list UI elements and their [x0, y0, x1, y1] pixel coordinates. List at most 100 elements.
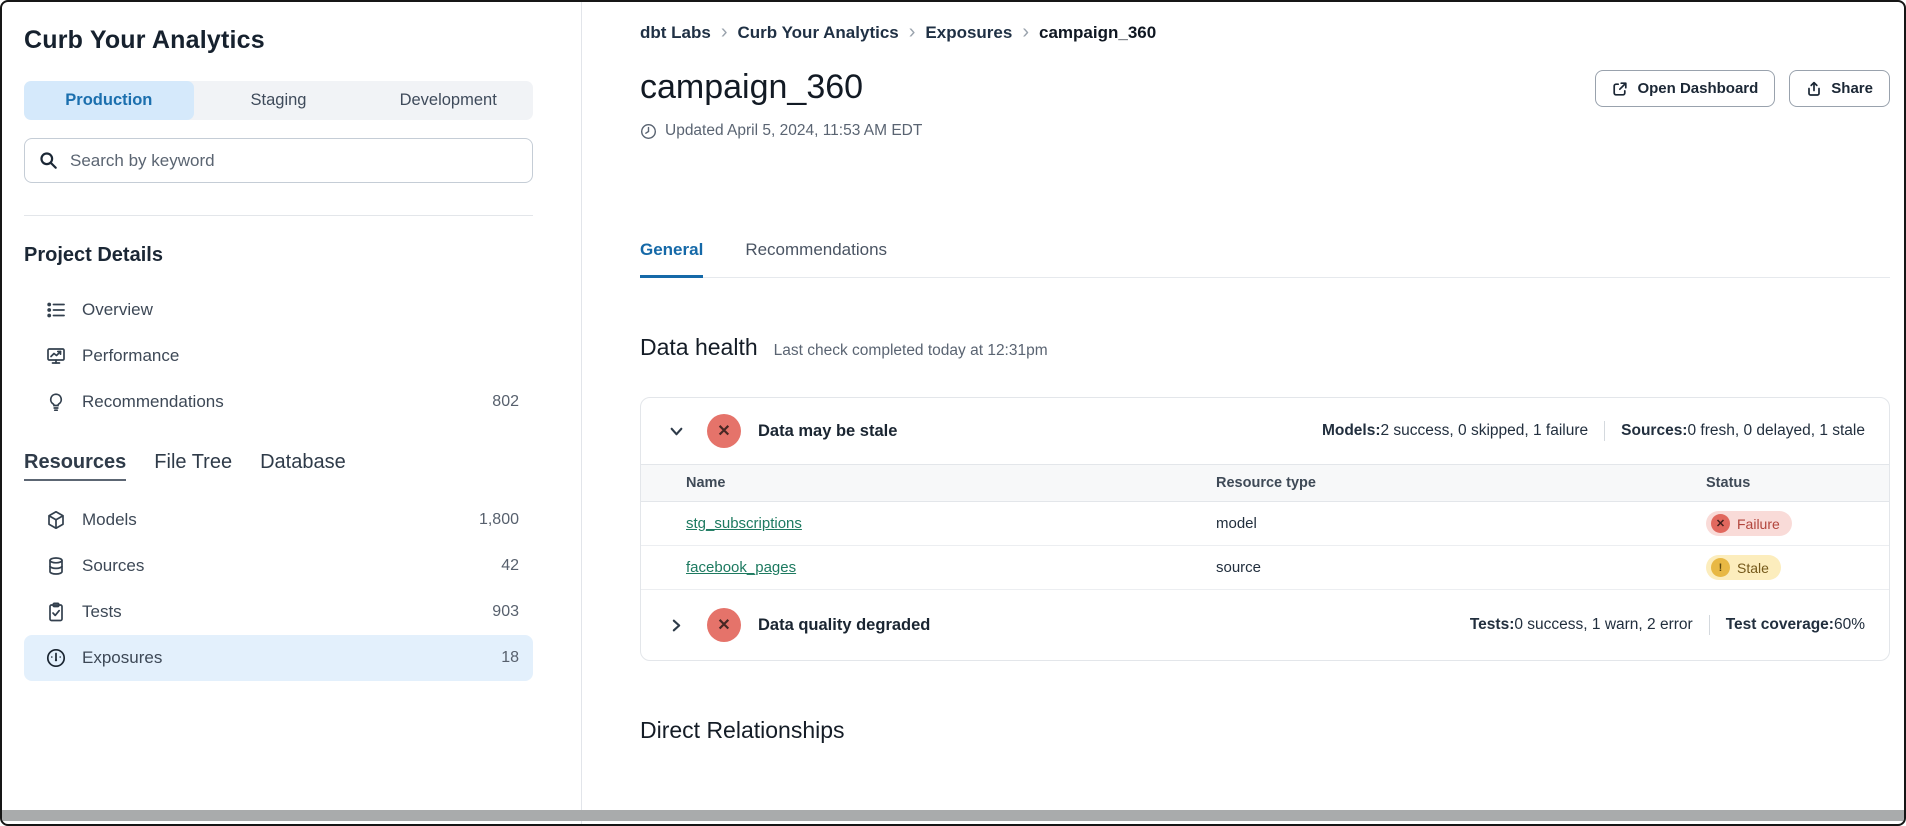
- main-content: dbt Labs › Curb Your Analytics › Exposur…: [582, 2, 1904, 824]
- sidebar-divider: [24, 215, 533, 216]
- status-label: Stale: [1737, 560, 1769, 576]
- tab-resources[interactable]: Resources: [24, 451, 126, 481]
- error-status-icon: ✕: [707, 608, 741, 642]
- error-status-icon: ✕: [707, 414, 741, 448]
- stats-divider: [1604, 421, 1605, 441]
- chevron-right-icon: ›: [909, 22, 916, 44]
- chevron-right-icon[interactable]: [669, 618, 685, 633]
- search-box[interactable]: [24, 138, 533, 183]
- resource-type-cell: model: [1216, 515, 1706, 532]
- horizontal-scrollbar[interactable]: [2, 810, 1904, 821]
- search-input[interactable]: [70, 151, 518, 171]
- table-row: facebook_pages source ! Stale: [641, 546, 1889, 590]
- column-header-status: Status: [1706, 475, 1856, 491]
- performance-icon: [46, 346, 66, 366]
- models-stat-label: Models:: [1322, 422, 1381, 440]
- page-actions: Open Dashboard Share: [1595, 66, 1890, 107]
- search-icon: [39, 151, 58, 170]
- data-health-heading: Data health: [640, 334, 758, 361]
- share-button[interactable]: Share: [1789, 70, 1890, 107]
- app-window: Curb Your Analytics Production Staging D…: [0, 0, 1906, 826]
- failure-icon: ✕: [1711, 514, 1730, 533]
- last-check-label: Last check completed today at 12:31pm: [774, 342, 1048, 360]
- sources-stat-value: 0 fresh, 0 delayed, 1 stale: [1687, 422, 1865, 440]
- sidebar-item-tests[interactable]: Tests 903: [24, 589, 533, 635]
- chevron-right-icon: ›: [1022, 22, 1029, 44]
- item-count: 802: [492, 393, 519, 411]
- warning-icon: !: [1711, 558, 1730, 577]
- project-details-heading: Project Details: [24, 244, 533, 267]
- clock-icon: [640, 123, 657, 140]
- tab-general[interactable]: General: [640, 240, 703, 278]
- status-badge-stale: ! Stale: [1706, 555, 1781, 580]
- share-label: Share: [1831, 80, 1873, 97]
- resource-type-cell: source: [1216, 559, 1706, 576]
- updated-label: Updated April 5, 2024, 11:53 AM EDT: [665, 122, 922, 140]
- page-title: campaign_360: [640, 66, 863, 108]
- env-tab-staging[interactable]: Staging: [194, 81, 364, 120]
- quality-section-title: Data quality degraded: [758, 616, 930, 635]
- resource-link-facebook-pages[interactable]: facebook_pages: [686, 559, 796, 576]
- resource-link-stg-subscriptions[interactable]: stg_subscriptions: [686, 515, 802, 532]
- coverage-stat-label: Test coverage:: [1726, 616, 1834, 634]
- breadcrumb-exposures[interactable]: Exposures: [925, 23, 1012, 43]
- share-icon: [1806, 81, 1822, 97]
- stats-divider: [1709, 615, 1710, 635]
- database-icon: [46, 556, 66, 576]
- breadcrumb-current: campaign_360: [1039, 23, 1156, 43]
- sidebar: Curb Your Analytics Production Staging D…: [2, 2, 582, 824]
- data-health-card: ✕ Data may be stale Models: 2 success, 0…: [640, 397, 1890, 661]
- status-label: Failure: [1737, 516, 1780, 532]
- sidebar-item-label: Overview: [82, 300, 153, 320]
- chevron-down-icon[interactable]: [669, 424, 685, 439]
- column-header-name: Name: [686, 475, 1216, 491]
- env-tab-production[interactable]: Production: [24, 81, 194, 120]
- stale-section-stats: Models: 2 success, 0 skipped, 1 failure …: [1322, 421, 1865, 441]
- sidebar-item-label: Sources: [82, 556, 144, 576]
- item-count: 18: [501, 649, 519, 667]
- quality-section-stats: Tests: 0 success, 1 warn, 2 error Test c…: [1470, 615, 1865, 635]
- table-row: stg_subscriptions model ✕ Failure: [641, 502, 1889, 546]
- list-icon: [46, 300, 66, 320]
- sidebar-item-recommendations[interactable]: Recommendations 802: [24, 379, 533, 425]
- env-tab-development[interactable]: Development: [363, 81, 533, 120]
- environment-tabs: Production Staging Development: [24, 81, 533, 120]
- sidebar-item-overview[interactable]: Overview: [24, 287, 533, 333]
- sidebar-item-models[interactable]: Models 1,800: [24, 497, 533, 543]
- open-dashboard-button[interactable]: Open Dashboard: [1595, 70, 1775, 107]
- tab-database[interactable]: Database: [260, 451, 346, 479]
- breadcrumb-dbt-labs[interactable]: dbt Labs: [640, 23, 711, 43]
- chevron-right-icon: ›: [721, 22, 728, 44]
- item-count: 903: [492, 603, 519, 621]
- stale-section-row[interactable]: ✕ Data may be stale Models: 2 success, 0…: [641, 398, 1889, 464]
- coverage-stat-value: 60%: [1834, 616, 1865, 634]
- project-title: Curb Your Analytics: [24, 26, 533, 55]
- detail-tabs: General Recommendations: [640, 240, 1890, 278]
- quality-section-row[interactable]: ✕ Data quality degraded Tests: 0 success…: [641, 590, 1889, 660]
- column-header-resource-type: Resource type: [1216, 475, 1706, 491]
- status-badge-failure: ✕ Failure: [1706, 511, 1792, 536]
- breadcrumb: dbt Labs › Curb Your Analytics › Exposur…: [640, 22, 1890, 44]
- open-dashboard-label: Open Dashboard: [1637, 80, 1758, 97]
- table-header: Name Resource type Status: [641, 464, 1889, 502]
- sidebar-item-sources[interactable]: Sources 42: [24, 543, 533, 589]
- sources-stat-label: Sources:: [1621, 422, 1687, 440]
- resource-view-tabs: Resources File Tree Database: [24, 451, 533, 481]
- sidebar-item-performance[interactable]: Performance: [24, 333, 533, 379]
- sidebar-item-label: Tests: [82, 602, 122, 622]
- direct-relationships-heading: Direct Relationships: [640, 717, 1890, 744]
- sidebar-item-label: Models: [82, 510, 137, 530]
- models-stat-value: 2 success, 0 skipped, 1 failure: [1381, 422, 1589, 440]
- cube-icon: [46, 510, 66, 530]
- sidebar-item-exposures[interactable]: Exposures 18: [24, 635, 533, 681]
- tab-file-tree[interactable]: File Tree: [154, 451, 232, 479]
- updated-timestamp: Updated April 5, 2024, 11:53 AM EDT: [640, 122, 1890, 140]
- item-count: 42: [501, 557, 519, 575]
- gauge-icon: [46, 648, 66, 668]
- item-count: 1,800: [479, 511, 519, 529]
- lightbulb-icon: [46, 392, 66, 412]
- breadcrumb-project[interactable]: Curb Your Analytics: [738, 23, 899, 43]
- tab-recommendations[interactable]: Recommendations: [745, 240, 887, 277]
- external-link-icon: [1612, 81, 1628, 97]
- clipboard-check-icon: [46, 602, 66, 622]
